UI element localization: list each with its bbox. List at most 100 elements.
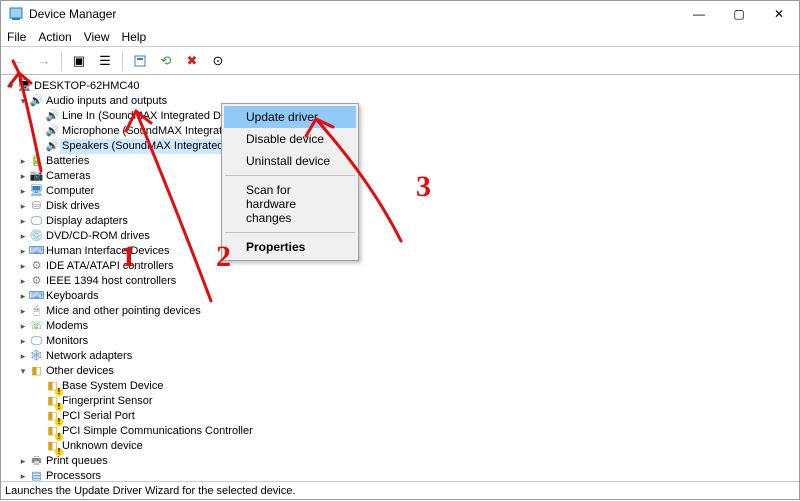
- category-human-interface-devices[interactable]: ▸⌨Human Interface Devices: [1, 244, 799, 259]
- toolbar-separator: [61, 51, 62, 71]
- minimize-button[interactable]: —: [679, 1, 719, 27]
- expand-icon[interactable]: ▸: [17, 259, 29, 274]
- expand-icon[interactable]: ▸: [17, 319, 29, 334]
- device-speakers[interactable]: · 🔊 Speakers (SoundMAX Integrated Digita…: [1, 139, 799, 154]
- expand-icon[interactable]: ▸: [17, 304, 29, 319]
- modem-icon: ☏: [29, 320, 44, 334]
- category-display-adapters[interactable]: ▸🖵Display adapters: [1, 214, 799, 229]
- category-audio[interactable]: ▾ 🔊 Audio inputs and outputs: [1, 94, 799, 109]
- nav-back-button: ←: [7, 50, 29, 72]
- expand-icon[interactable]: ▾: [17, 94, 29, 109]
- category-label: Disk drives: [44, 199, 102, 214]
- category-ieee-1394-host-controllers[interactable]: ▸⚙IEEE 1394 host controllers: [1, 274, 799, 289]
- fw-icon: ⚙: [29, 275, 44, 289]
- category-label: Display adapters: [44, 214, 130, 229]
- expand-icon[interactable]: ▸: [17, 169, 29, 184]
- expand-icon[interactable]: ▾: [5, 79, 17, 94]
- expand-icon[interactable]: ▾: [17, 364, 29, 379]
- category-network-adapters[interactable]: ▸🕸Network adapters: [1, 349, 799, 364]
- enable-button[interactable]: ⊙: [207, 50, 229, 72]
- device-base-system-device[interactable]: ·◧Base System Device: [1, 379, 799, 394]
- category-monitors[interactable]: ▸🖵Monitors: [1, 334, 799, 349]
- action-button[interactable]: [129, 50, 151, 72]
- dvd-icon: 💿: [29, 230, 44, 244]
- comp-icon: 🖥: [29, 185, 44, 199]
- window-controls: — ▢ ✕: [679, 1, 799, 27]
- uninstall-button[interactable]: ✖: [181, 50, 203, 72]
- category-label: Modems: [44, 319, 90, 334]
- menu-view[interactable]: View: [84, 30, 110, 44]
- expand-icon[interactable]: ▸: [17, 244, 29, 259]
- device-label: PCI Serial Port: [60, 409, 137, 424]
- hid-icon: ⌨: [29, 245, 44, 259]
- expand-icon[interactable]: ▸: [17, 349, 29, 364]
- expand-icon[interactable]: ▸: [17, 454, 29, 469]
- expand-icon[interactable]: ▸: [17, 214, 29, 229]
- category-keyboards[interactable]: ▸⌨Keyboards: [1, 289, 799, 304]
- device-microphone[interactable]: · 🔊 Microphone (SoundMAX Integrated Digi…: [1, 124, 799, 139]
- close-button[interactable]: ✕: [759, 1, 799, 27]
- menu-help[interactable]: Help: [122, 30, 147, 44]
- unknown-device-icon: ◧: [45, 425, 60, 439]
- category-label: Mice and other pointing devices: [44, 304, 203, 319]
- ctx-uninstall-device[interactable]: Uninstall device: [224, 150, 356, 172]
- toolbar: ← → ▣ ☰ ⟲ ✖ ⊙: [1, 47, 799, 75]
- category-mice-and-other-pointing-devices[interactable]: ▸🖱Mice and other pointing devices: [1, 304, 799, 319]
- menu-file[interactable]: File: [7, 30, 26, 44]
- expand-icon[interactable]: ▸: [17, 274, 29, 289]
- status-bar: Launches the Update Driver Wizard for th…: [1, 481, 799, 499]
- toolbar-separator: [122, 51, 123, 71]
- expand-icon[interactable]: ▸: [17, 184, 29, 199]
- expand-icon[interactable]: ▸: [17, 199, 29, 214]
- print-icon: 🖶: [29, 455, 44, 469]
- device-unknown-device[interactable]: ·◧Unknown device: [1, 439, 799, 454]
- context-menu: Update driver Disable device Uninstall d…: [221, 103, 359, 261]
- device-line-in[interactable]: · 🔊 Line In (SoundMAX Integrated Digital…: [1, 109, 799, 124]
- category-label: DVD/CD-ROM drives: [44, 229, 152, 244]
- category-other-devices[interactable]: ▾ ◧ Other devices: [1, 364, 799, 379]
- other-devices-icon: ◧: [29, 365, 44, 379]
- category-batteries[interactable]: ▸🔋Batteries: [1, 154, 799, 169]
- unknown-device-icon: ◧: [45, 380, 60, 394]
- category-print-queues[interactable]: ▸🖶Print queues: [1, 454, 799, 469]
- maximize-button[interactable]: ▢: [719, 1, 759, 27]
- expand-icon[interactable]: ▸: [17, 229, 29, 244]
- scan-button[interactable]: ⟲: [155, 50, 177, 72]
- category-modems[interactable]: ▸☏Modems: [1, 319, 799, 334]
- mouse-icon: 🖱: [29, 305, 44, 319]
- expand-icon[interactable]: ▸: [17, 334, 29, 349]
- category-computer[interactable]: ▸🖥Computer: [1, 184, 799, 199]
- category-label: IDE ATA/ATAPI controllers: [44, 259, 176, 274]
- expand-icon[interactable]: ▸: [17, 289, 29, 304]
- tree-root[interactable]: ▾ 🖥 DESKTOP-62HMC40: [1, 79, 799, 94]
- category-label: IEEE 1394 host controllers: [44, 274, 178, 289]
- category-disk-drives[interactable]: ▸⛁Disk drives: [1, 199, 799, 214]
- speaker-icon: 🔊: [45, 140, 60, 154]
- ctx-disable-device[interactable]: Disable device: [224, 128, 356, 150]
- device-pci-serial-port[interactable]: ·◧PCI Serial Port: [1, 409, 799, 424]
- ctx-scan-hardware[interactable]: Scan for hardware changes: [224, 179, 356, 229]
- ctx-update-driver[interactable]: Update driver: [224, 106, 356, 128]
- category-cameras[interactable]: ▸📷Cameras: [1, 169, 799, 184]
- category-ide-ata-atapi-controllers[interactable]: ▸⚙IDE ATA/ATAPI controllers: [1, 259, 799, 274]
- ctx-properties[interactable]: Properties: [224, 236, 356, 258]
- category-dvd-cd-rom-drives[interactable]: ▸💿DVD/CD-ROM drives: [1, 229, 799, 244]
- title-bar: Device Manager — ▢ ✕: [1, 1, 799, 27]
- device-pci-simple-communications-controller[interactable]: ·◧PCI Simple Communications Controller: [1, 424, 799, 439]
- expand-icon[interactable]: ▸: [17, 154, 29, 169]
- category-label: Audio inputs and outputs: [44, 94, 169, 109]
- properties-button[interactable]: ☰: [94, 50, 116, 72]
- menu-action[interactable]: Action: [38, 30, 71, 44]
- device-fingerprint-sensor[interactable]: ·◧Fingerprint Sensor: [1, 394, 799, 409]
- device-tree[interactable]: ▾ 🖥 DESKTOP-62HMC40 ▾ 🔊 Audio inputs and…: [1, 75, 799, 482]
- unknown-device-icon: ◧: [45, 395, 60, 409]
- batt-icon: 🔋: [29, 155, 44, 169]
- root-label: DESKTOP-62HMC40: [32, 79, 142, 94]
- category-label: Keyboards: [44, 289, 101, 304]
- nav-forward-button: →: [33, 50, 55, 72]
- show-hidden-button[interactable]: ▣: [68, 50, 90, 72]
- category-label: Network adapters: [44, 349, 134, 364]
- device-label: PCI Simple Communications Controller: [60, 424, 255, 439]
- ctx-separator: [225, 232, 355, 233]
- computer-icon: 🖥: [17, 80, 32, 94]
